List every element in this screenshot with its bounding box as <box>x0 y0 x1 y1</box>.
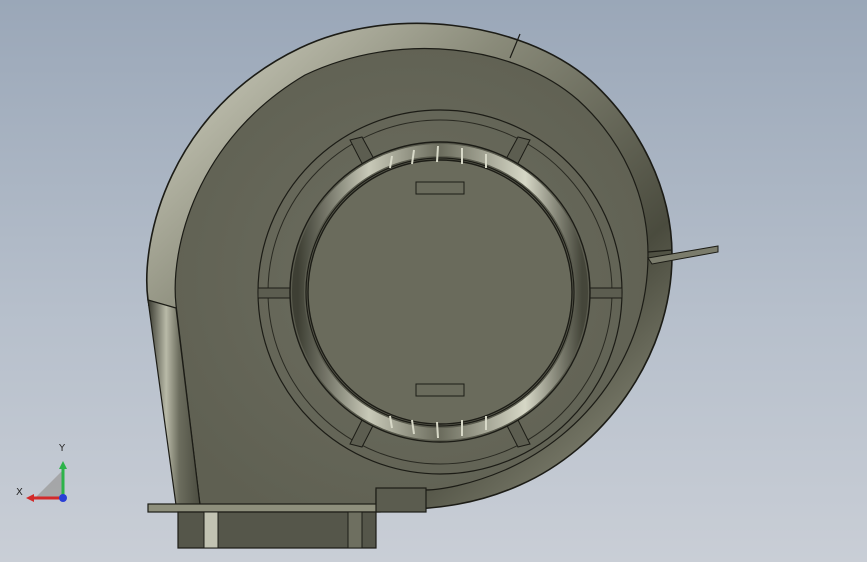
x-axis-arrow <box>26 494 34 502</box>
mounting-flange[interactable] <box>147 503 381 513</box>
model-view[interactable] <box>0 0 867 562</box>
top-clip[interactable] <box>415 181 465 195</box>
bottom-clip[interactable] <box>415 383 465 397</box>
y-axis-label: Y <box>59 443 66 454</box>
triad-xy-plane <box>35 470 63 498</box>
triad-graphic <box>26 461 67 502</box>
connector-tab <box>347 511 363 549</box>
outlet-block[interactable] <box>375 487 427 513</box>
coordinate-triad: X Y <box>10 440 80 510</box>
z-axis-dot <box>59 494 67 502</box>
connector-highlight <box>203 511 219 549</box>
y-axis-arrow <box>59 461 67 469</box>
x-axis-label: X <box>16 487 23 498</box>
graphics-viewport[interactable]: X Y <box>0 0 867 562</box>
